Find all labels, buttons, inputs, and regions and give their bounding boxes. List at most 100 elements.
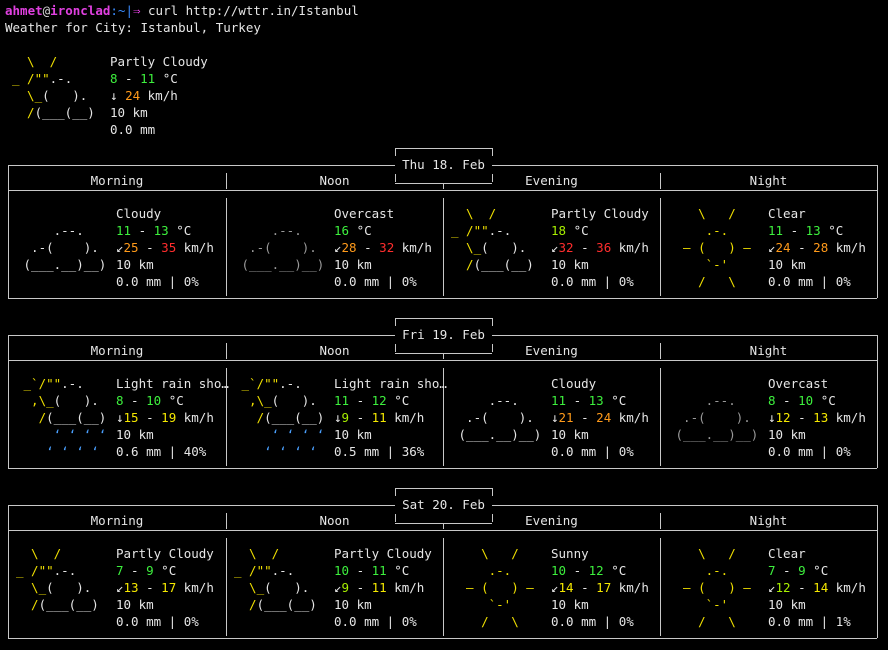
period-header-evening: Evening bbox=[525, 173, 578, 188]
wind-speed: 21 - 24 bbox=[558, 410, 612, 425]
temperature-value: 16 bbox=[334, 223, 350, 238]
period-header-night: Night bbox=[749, 343, 788, 358]
temperature: 8 - 10 bbox=[116, 393, 162, 408]
precipitation: 0.0 mm | 0% bbox=[768, 444, 851, 459]
wind-speed-value: 12 bbox=[775, 580, 791, 595]
temperature-value: 13 bbox=[588, 393, 604, 408]
table-border bbox=[877, 335, 878, 468]
wind-speed-value: 11 bbox=[371, 580, 387, 595]
wind-speed-value: 35 bbox=[161, 240, 177, 255]
wind-direction-icon: ↓ bbox=[768, 410, 776, 425]
temp-unit: °C bbox=[155, 71, 178, 86]
period-header-night: Night bbox=[749, 173, 788, 188]
period-header-morning: Morning bbox=[90, 343, 144, 358]
wind-direction-icon: ↙ bbox=[551, 580, 559, 595]
visibility: 10 km bbox=[768, 427, 806, 442]
wind-speed-value: 9 bbox=[341, 580, 350, 595]
table-border bbox=[395, 148, 396, 156]
temperature-value: 9 bbox=[798, 563, 806, 578]
visibility: 10 km bbox=[768, 597, 806, 612]
period-header-evening: Evening bbox=[525, 513, 578, 528]
visibility: 10 km bbox=[116, 427, 154, 442]
date-label: Sat 20. Feb bbox=[402, 497, 485, 512]
table-border bbox=[492, 318, 493, 326]
prompt-arrow: ⇒ bbox=[132, 3, 141, 18]
temperature-value: 12 bbox=[371, 393, 387, 408]
temperature-value: 10 bbox=[146, 393, 162, 408]
wind-speed-value: 36 bbox=[596, 240, 612, 255]
terminal-window[interactable]: ahmet@ironclad:~|⇒ curl http://wttr.in/I… bbox=[0, 0, 888, 650]
precipitation: 0.0 mm | 0% bbox=[551, 274, 634, 289]
wind-unit: km/h bbox=[828, 410, 866, 425]
period-header-morning: Morning bbox=[90, 173, 144, 188]
weather-info: Partly Cloudy 18 °C ↙32 - 36 km/h 10 km 0.0 … bbox=[551, 205, 649, 290]
prompt-path: :~| bbox=[110, 3, 133, 18]
wind-speed: 24 - 28 bbox=[775, 240, 829, 255]
wind-unit: km/h bbox=[828, 580, 866, 595]
temperature: 7 - 9 bbox=[768, 563, 806, 578]
table-border bbox=[492, 148, 493, 156]
wind-speed-value: 12 bbox=[775, 410, 791, 425]
temp-unit: °C bbox=[386, 393, 410, 408]
wind-direction-icon: ↙ bbox=[768, 240, 776, 255]
wind-unit: km/h bbox=[611, 410, 649, 425]
temperature-value: 11 bbox=[334, 393, 350, 408]
wind-direction-icon: ↓ bbox=[334, 410, 342, 425]
period-header-noon: Noon bbox=[319, 343, 350, 358]
wind-unit: km/h bbox=[386, 410, 425, 425]
table-border bbox=[226, 198, 227, 296]
precipitation: 0.0 mm bbox=[110, 122, 156, 137]
weather-info: Light rain sho… 11 - 12 °C ↓9 - 11 km/h 10 … bbox=[334, 375, 447, 460]
temperature: 8 - 10 bbox=[768, 393, 814, 408]
partly-cloudy-icon: \ / _ /"".-. \_( ). /(___(__) bbox=[234, 546, 325, 612]
partly-cloudy-icon: \ / _ /"".-. \_( ). /(___(__) bbox=[16, 546, 107, 612]
period-header-noon: Noon bbox=[319, 173, 350, 188]
date-label: Thu 18. Feb bbox=[402, 157, 485, 172]
wind-speed: 32 - 36 bbox=[558, 240, 612, 255]
visibility: 10 km bbox=[116, 597, 154, 612]
wind-speed-value: 14 bbox=[813, 580, 829, 595]
temperature: 11 - 13 bbox=[551, 393, 604, 408]
period-header-morning: Morning bbox=[90, 513, 144, 528]
condition-text: Sunny bbox=[551, 546, 589, 561]
wind-direction-icon: ↙ bbox=[551, 240, 559, 255]
command-text[interactable]: curl http://wttr.in/Istanbul bbox=[148, 3, 359, 18]
weather-info: Sunny 10 - 12 °C ↙14 - 17 km/h 10 km 0.0 mm … bbox=[551, 545, 649, 630]
prompt-line: ahmet@ironclad:~|⇒ curl http://wttr.in/I… bbox=[5, 2, 359, 19]
table-border bbox=[8, 638, 877, 639]
temperature-value: 11 bbox=[768, 223, 784, 238]
cloudy-icon: .--. .-( ). (___.__)__) bbox=[451, 393, 542, 442]
precipitation: 0.0 mm | 0% bbox=[768, 274, 851, 289]
wind-speed-value: 24 bbox=[596, 410, 612, 425]
table-border bbox=[660, 538, 661, 636]
wind-unit: km/h bbox=[394, 240, 432, 255]
temperature-value: 11 bbox=[371, 563, 387, 578]
temp-unit: °C bbox=[603, 563, 627, 578]
precipitation: 0.5 mm | 36% bbox=[334, 444, 425, 459]
wind-unit: km/h bbox=[828, 240, 866, 255]
date-label: Fri 19. Feb bbox=[402, 327, 485, 342]
wind-speed-value: 19 bbox=[161, 410, 177, 425]
wind-speed-value: 25 bbox=[123, 240, 139, 255]
temperature: 10 - 12 bbox=[551, 563, 604, 578]
wind-speed-value: 28 bbox=[341, 240, 357, 255]
wind-direction-icon: ↙ bbox=[116, 240, 124, 255]
condition-text: Cloudy bbox=[116, 206, 162, 221]
wind-speed: 14 - 17 bbox=[558, 580, 612, 595]
wind-speed-value: 13 bbox=[813, 410, 829, 425]
wind-speed-value: 24 bbox=[125, 88, 141, 103]
table-border bbox=[8, 190, 877, 191]
wind-speed-value: 13 bbox=[123, 580, 139, 595]
temperature-value: 9 bbox=[146, 563, 154, 578]
wind-speed-value: 32 bbox=[379, 240, 395, 255]
condition-text: Light rain sho… bbox=[116, 376, 229, 391]
temperature: 10 - 11 bbox=[334, 563, 387, 578]
clear-night-icon: \ / .-. ‒ ( ) ‒ `-' / \ bbox=[668, 206, 759, 289]
temperature-value: 10 bbox=[798, 393, 814, 408]
weather-info: Cloudy 11 - 13 °C ↙25 - 35 km/h 10 km 0.0 mm… bbox=[116, 205, 214, 290]
visibility: 10 km bbox=[334, 597, 372, 612]
temperature: 11 - 13 bbox=[768, 223, 821, 238]
precipitation: 0.0 mm | 1% bbox=[768, 614, 851, 629]
condition-text: Light rain sho… bbox=[334, 376, 447, 391]
table-border bbox=[8, 468, 877, 469]
